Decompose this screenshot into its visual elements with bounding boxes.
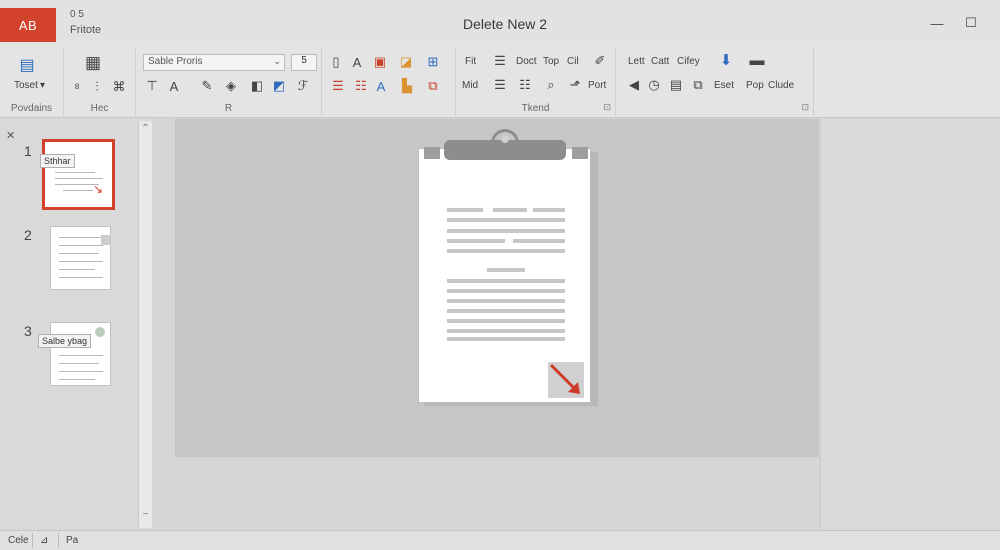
doct-button[interactable]: Doct [516,56,537,67]
highlight-icon[interactable]: ◈ [222,77,240,95]
maximize-button[interactable]: ☐ [960,12,982,34]
replace-icon[interactable]: ⬏ [566,76,584,94]
new-slide-icon[interactable]: ▦ [84,53,102,72]
quick-access-toolbar[interactable]: 0 5 [70,9,84,20]
document-icon[interactable]: ▯ [327,53,345,71]
group-label-font: R [224,103,233,114]
thumbnail-number: 1 [24,143,32,159]
shapes-icon[interactable]: ⧉ [424,77,442,95]
scroll-up-icon[interactable]: ⌃ [139,123,152,134]
image-icon[interactable]: ◩ [270,77,288,95]
font-size-box[interactable]: 5 [291,54,317,71]
text-color-icon[interactable]: A [372,77,390,95]
right-side-pane [820,119,1000,530]
port-button[interactable]: Port [588,80,606,91]
status-icon[interactable]: ⊿ [40,535,48,546]
picture-icon[interactable]: ◪ [397,53,415,71]
save-icon[interactable]: ▤ [667,76,685,94]
title-bar: AB 0 5 Fritote Delete New 2 — ☐ ✕ [0,0,1000,46]
reset-icon[interactable]: ⫶ [88,78,106,96]
minimize-button[interactable]: — [926,12,948,34]
red-box-icon[interactable]: ▣ [371,53,389,71]
comment-icon[interactable]: ▬ [748,51,766,69]
thumbnail-tooltip: Sthhar [40,154,75,168]
clipboard-tab-left [424,147,440,159]
dialog-launcher-icon-2[interactable]: ⊡ [801,102,809,113]
clock-icon[interactable]: ◷ [645,76,663,94]
columns-icon[interactable]: ☷ [516,76,534,94]
table-icon[interactable]: ⊞ [424,53,442,71]
scroll-down-icon[interactable]: − [139,509,152,520]
cart-button[interactable]: Catt [651,56,669,67]
numbered-list-icon[interactable]: ☷ [352,77,370,95]
align-icon[interactable]: ☰ [491,52,509,70]
document-title: Delete New 2 [462,16,548,32]
toset-button[interactable]: Toset [14,80,38,91]
font-name-value: Sable Proris [148,56,203,67]
thumbnail-number: 2 [24,227,32,243]
bullet-list-icon[interactable]: ☰ [329,77,347,95]
find-icon[interactable]: ⌕ [542,76,560,94]
back-arrow-icon[interactable]: ◀ [625,76,643,94]
chart-icon[interactable]: ▙ [398,77,416,95]
font-color-icon[interactable]: A [348,53,366,71]
status-pages[interactable]: Pa [66,535,78,546]
slide-thumbnail-1[interactable]: ↘ [42,139,115,210]
ribbon: ▤ Toset ▾ Povdains ▦ ⁸ ⫶ ⌘ Hec R Sable P… [0,46,1000,118]
ribbon-group-hec: ▦ ⁸ ⫶ ⌘ Hec [64,48,136,116]
layout-icon[interactable]: ⁸ [68,78,86,96]
ribbon-group-povdains: ▤ Toset ▾ Povdains [0,48,64,116]
quick-access-label[interactable]: Fritote [70,24,101,36]
fit-button[interactable]: Fit [465,56,476,67]
dialog-launcher-icon[interactable]: ⊡ [603,102,611,113]
group-label-hec: Hec [90,103,109,114]
shape-fill-icon[interactable]: ◧ [248,77,266,95]
page-corner [548,362,584,398]
thumbnail-badge [101,235,111,245]
download-icon[interactable]: ⬇ [717,51,735,69]
format-painter-icon[interactable]: ℱ [294,77,312,95]
slide-thumbnail-2[interactable] [50,226,111,290]
cil-button[interactable]: Cil [567,56,579,67]
notes-area[interactable] [152,457,820,530]
slide-thumbnails-pane: ✕ 1 ↘ Sthhar 2 3 Salbe ybag [0,119,152,530]
chevron-down-icon: ⌄ [273,56,281,66]
thumbnail-tooltip: Salbe ybag [38,334,92,348]
text-direction-icon[interactable]: ⊤ [143,77,161,95]
status-divider [58,533,59,548]
cifey-button[interactable]: Cifey [677,56,700,67]
font-name-dropdown[interactable]: Sable Proris ⌄ [143,54,285,71]
app-badge[interactable]: AB [0,8,56,42]
pop-button[interactable]: Pop [746,80,764,91]
eset-button[interactable]: Eset [714,80,734,91]
section-icon[interactable]: ⌘ [110,78,128,96]
clipboard-ring-hole [501,135,509,143]
clude-button[interactable]: Clude [768,80,794,91]
mid-button[interactable]: Mid [462,80,478,91]
paste-icon[interactable]: ▤ [18,56,36,74]
status-bar: Cele ⊿ Pa [0,530,1000,550]
top-button[interactable]: Top [543,56,559,67]
red-arrow-icon [549,363,580,394]
arrow-icon: ↘ [93,182,104,196]
group-label-povdains: Povdains [10,103,53,114]
copy-icon[interactable]: ⧉ [689,76,707,94]
thumbnail-badge [95,327,105,337]
pen-icon[interactable]: ✎ [198,77,216,95]
status-slide-label[interactable]: Cele [8,535,29,546]
status-divider [32,533,33,548]
pane-collapse-icon[interactable]: ✕ [6,129,15,142]
toset-dropdown-icon[interactable]: ▾ [40,80,45,91]
thumbnail-scrollbar[interactable]: ⌃ − [138,121,152,528]
justify-icon[interactable]: ☰ [491,76,509,94]
group-label-tkend: Tkend [521,103,550,114]
font-grow-icon[interactable]: A [165,77,183,95]
edit-pen-icon[interactable]: ✐ [591,52,609,70]
clipboard-tab-right [572,147,588,159]
slide-thumbnail-3[interactable] [50,322,111,386]
left-button[interactable]: Lett [628,56,645,67]
thumbnail-number: 3 [24,323,32,339]
